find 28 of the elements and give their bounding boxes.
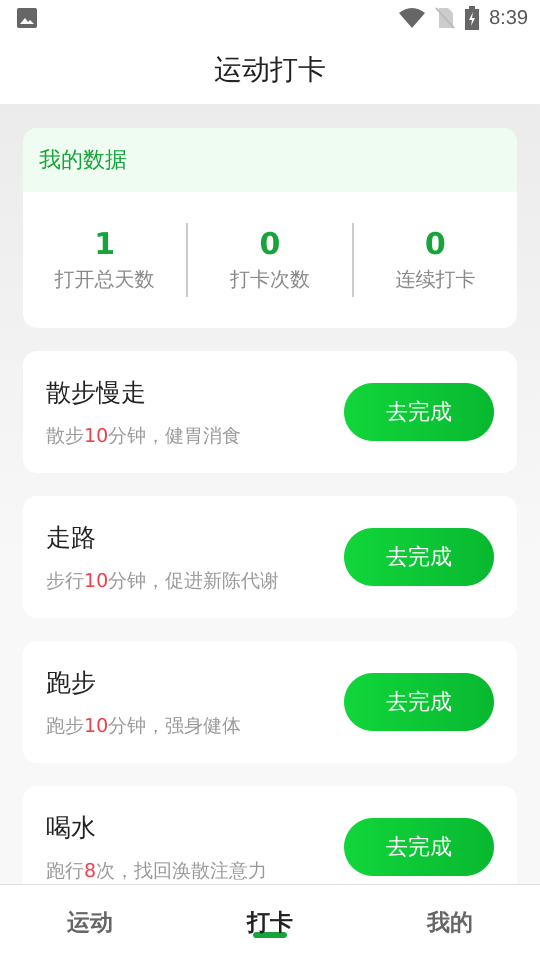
wifi-icon xyxy=(399,7,426,29)
complete-button[interactable]: 去完成 xyxy=(344,528,494,586)
status-time: 8:39 xyxy=(489,6,528,30)
task-description: 跑步10分钟，强身健体 xyxy=(46,714,242,738)
stat-label: 打开总天数 xyxy=(54,266,155,293)
task-title: 跑步 xyxy=(46,666,97,698)
no-sim-icon xyxy=(435,6,456,30)
stat-value: 1 xyxy=(94,227,116,262)
nav-tab[interactable]: 打卡 xyxy=(180,885,360,960)
task-title: 走路 xyxy=(46,522,97,554)
nav-tab[interactable]: 运动 xyxy=(0,885,180,960)
image-icon xyxy=(16,7,38,29)
page-title: 运动打卡 xyxy=(214,52,326,88)
task-title: 散步慢走 xyxy=(46,376,147,408)
task-description: 步行10分钟，促进新陈代谢 xyxy=(46,568,280,594)
stat-label: 打卡次数 xyxy=(230,266,310,293)
task-description: 跑行8次，找回涣散注意力 xyxy=(46,858,268,884)
stat-value: 0 xyxy=(260,227,280,262)
nav-tab[interactable]: 我的 xyxy=(360,885,540,960)
stat-value: 0 xyxy=(424,227,446,262)
complete-button[interactable]: 去完成 xyxy=(344,673,494,731)
task-description: 散步10分钟，健胃消食 xyxy=(46,424,242,448)
battery-charging-icon xyxy=(465,6,480,30)
task-title: 喝水 xyxy=(46,812,97,844)
stats-title: 我的数据 xyxy=(39,147,127,175)
complete-button[interactable]: 去完成 xyxy=(344,818,494,876)
stat-label: 连续打卡 xyxy=(395,266,476,293)
complete-button[interactable]: 去完成 xyxy=(344,383,494,441)
